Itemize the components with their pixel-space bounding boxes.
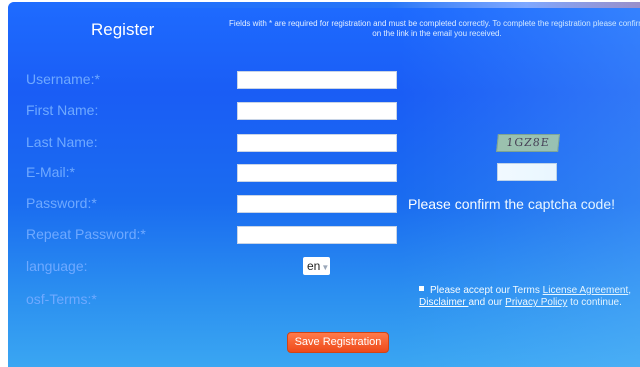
password-label: Password:*	[26, 195, 97, 211]
top-strip	[8, 2, 640, 8]
page-title: Register	[91, 20, 155, 39]
captcha-message: Please confirm the captcha code!	[408, 196, 616, 212]
language-select[interactable]: en▼	[303, 257, 330, 275]
chevron-down-icon: ▼	[321, 263, 330, 272]
username-label: Username:*	[26, 71, 100, 87]
password-field[interactable]	[237, 195, 397, 213]
language-selected-value: en	[307, 259, 321, 273]
captcha-image: 1GZ8E	[496, 134, 560, 152]
email-label: E-Mail:*	[26, 164, 76, 180]
first-name-label: First Name:	[26, 102, 99, 118]
osf-terms-label: osf-Terms:*	[26, 291, 97, 307]
first-name-field[interactable]	[237, 102, 397, 120]
username-field[interactable]	[237, 71, 397, 89]
last-name-field[interactable]	[237, 134, 397, 152]
language-label: language:	[26, 258, 88, 274]
email-field[interactable]	[237, 164, 397, 182]
privacy-policy-link[interactable]: Privacy Policy	[505, 297, 567, 308]
terms-checkbox[interactable]	[419, 286, 424, 291]
terms-text-1: Please accept our Terms	[430, 285, 543, 296]
terms-text-2: and our	[468, 297, 506, 308]
save-registration-button[interactable]: Save Registration	[287, 332, 389, 353]
captcha-input[interactable]	[497, 163, 557, 181]
repeat-password-label: Repeat Password:*	[26, 226, 146, 242]
terms-separator: ,	[628, 285, 632, 296]
disclaimer-link[interactable]: Disclaimer	[419, 297, 468, 308]
registration-panel: Register Fields with * are required for …	[8, 2, 640, 367]
repeat-password-field[interactable]	[237, 226, 397, 244]
required-fields-notice: Fields with * are required for registrat…	[229, 19, 640, 38]
license-agreement-link[interactable]: License Agreement	[543, 285, 629, 296]
last-name-label: Last Name:	[26, 134, 98, 150]
terms-agreement: Please accept our Terms License Agreemen…	[419, 285, 640, 309]
terms-text-3: to continue.	[567, 297, 622, 308]
